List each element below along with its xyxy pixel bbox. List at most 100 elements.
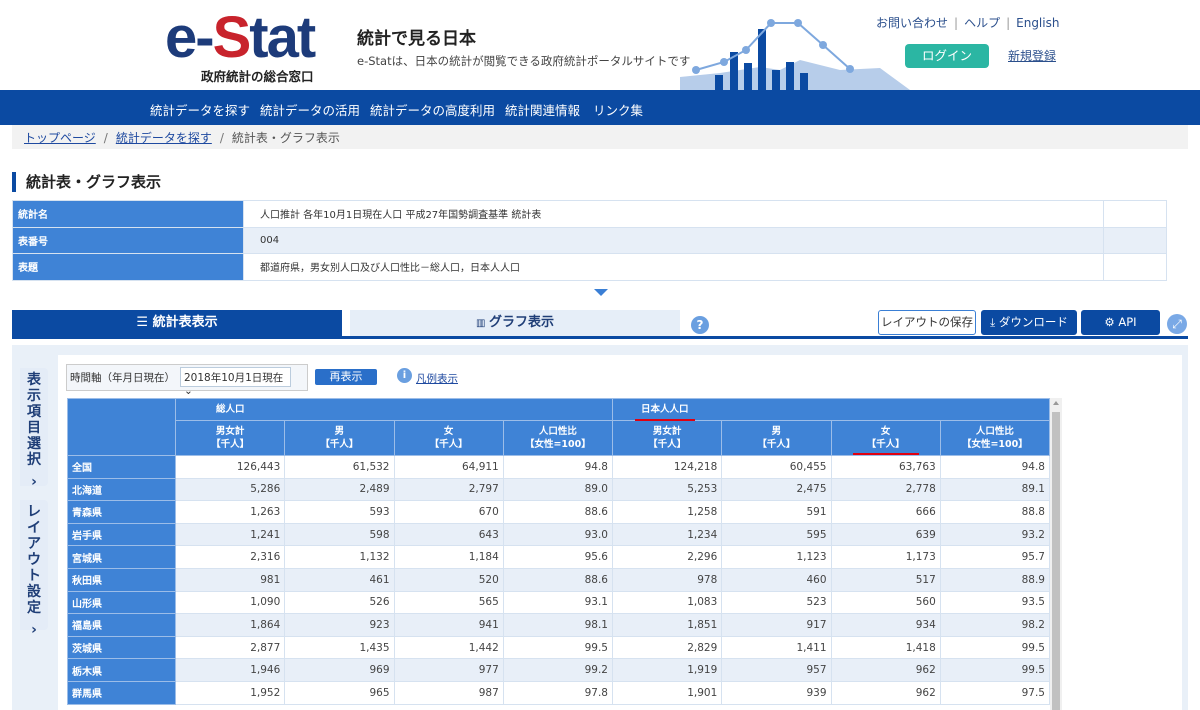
table-cell: 595 [721, 522, 832, 547]
time-axis-select[interactable]: 2018年10月1日現在 ⌄ [180, 367, 291, 397]
table-cell: 1,241 [174, 522, 286, 547]
row-label: 青森県 [67, 500, 176, 524]
table-row: 青森県 1,263 593 670 88.6 1,258 591 666 88.8 [67, 500, 1050, 524]
table-row: 秋田県 981 461 520 88.6 978 460 517 88.9 [67, 567, 1050, 592]
legend-link[interactable]: 凡例表示 [416, 371, 458, 386]
breadcrumb-current: 統計表・グラフ表示 [231, 131, 340, 145]
table-cell: 939 [721, 680, 832, 705]
column-header: 男女計 【千人】 [174, 420, 286, 456]
contact-link[interactable]: お問い合わせ [876, 16, 948, 30]
list-icon: ☰ [136, 315, 153, 330]
logo-text: e-Stat [165, 5, 316, 70]
info-value: 都道府県，男女別人口及び人口性比－総人口，日本人人口 [243, 253, 1104, 281]
table-cell: 88.9 [939, 567, 1050, 592]
table-cell: 461 [284, 567, 395, 592]
info-row: 統計名 人口推計 各年10月1日現在人口 平成27年国勢調査基準 統計表 [12, 200, 1167, 228]
table-cell: 124,218 [611, 455, 723, 479]
table-cell: 917 [721, 613, 832, 637]
table-cell: 670 [393, 500, 504, 524]
table-cell: 95.6 [502, 545, 614, 569]
table-cell: 941 [393, 613, 504, 637]
data-table-wrapper: 総人口 日本人人口 男女計 【千人】男【千人】女【千人】 人口性比 【女性=100】男… [67, 398, 1050, 710]
nav-related-info[interactable]: 統計関連情報 [505, 100, 580, 119]
table-cell: 1,263 [174, 500, 286, 524]
chevron-right-icon: › [31, 622, 37, 638]
expand-arrow-icon[interactable] [594, 289, 608, 296]
table-cell: 565 [393, 590, 504, 615]
row-label: 秋田県 [67, 567, 176, 592]
table-cell: 643 [393, 522, 504, 547]
column-header: 男【千人】 [721, 420, 832, 456]
table-cell: 88.8 [939, 500, 1050, 524]
table-cell: 1,184 [393, 545, 504, 569]
table-cell: 2,829 [611, 635, 723, 660]
table-cell: 1,123 [721, 545, 832, 569]
table-cell: 981 [174, 567, 286, 592]
table-cell: 99.2 [502, 658, 614, 682]
fullscreen-icon[interactable]: ⤢ [1167, 314, 1187, 334]
download-button[interactable]: ⤓ ダウンロード [981, 310, 1077, 335]
table-scrollbar[interactable] [1050, 398, 1062, 710]
top-links: お問い合わせ | ヘルプ | English [876, 16, 1060, 30]
register-link[interactable]: 新規登録 [1008, 47, 1056, 64]
info-table: 統計名 人口推計 各年10月1日現在人口 平成27年国勢調査基準 統計表 表番号 0… [12, 200, 1167, 281]
table-row: 宮城県 2,316 1,132 1,184 95.6 2,296 1,123 1,173 95.… [67, 545, 1050, 569]
table-row: 岩手県 1,241 598 643 93.0 1,234 595 639 93.2 [67, 522, 1050, 547]
table-cell: 639 [830, 522, 941, 547]
table-cell: 93.0 [502, 522, 614, 547]
table-cell: 88.6 [502, 500, 614, 524]
data-table: 総人口 日本人人口 男女計 【千人】男【千人】女【千人】 人口性比 【女性=100】男… [67, 398, 1050, 705]
row-label: 福島県 [67, 613, 176, 637]
nav-advanced-use[interactable]: 統計データの高度利用 [370, 100, 495, 119]
nav-links[interactable]: リンク集 [593, 100, 643, 119]
table-cell: 99.5 [939, 635, 1050, 660]
tab-table-view[interactable]: ☰ 統計表表示 [12, 310, 342, 336]
tab-divider [12, 336, 1188, 339]
row-label: 栃木県 [67, 658, 176, 682]
english-link[interactable]: English [1016, 16, 1059, 30]
table-cell: 99.5 [939, 658, 1050, 682]
chevron-right-icon: › [31, 474, 37, 490]
row-label: 群馬県 [67, 680, 176, 705]
estat-logo[interactable]: e-Stat 政府統計の総合窓口 [165, 8, 325, 88]
help-link[interactable]: ヘルプ [964, 16, 1000, 30]
nav-find-data[interactable]: 統計データを探す [150, 100, 250, 119]
table-cell: 2,316 [174, 545, 286, 569]
table-cell: 97.8 [502, 680, 614, 705]
table-cell: 523 [721, 590, 832, 615]
table-cell: 97.5 [939, 680, 1050, 705]
table-cell: 560 [830, 590, 941, 615]
tab-graph-view[interactable]: ▥ グラフ表示 [350, 310, 680, 336]
side-tab-item-selection[interactable]: 表示項目選択 › [20, 368, 48, 490]
page-title: 統計表・グラフ表示 [12, 172, 161, 192]
scroll-up-icon [1053, 401, 1059, 405]
side-tab-layout-settings[interactable]: レイアウト設定 › [20, 500, 48, 638]
table-cell: 962 [830, 680, 941, 705]
help-icon[interactable]: ? [691, 316, 709, 334]
info-icon[interactable]: i [397, 368, 412, 383]
table-cell: 962 [830, 658, 941, 682]
breadcrumb: トップページ / 統計データを探す / 統計表・グラフ表示 [12, 125, 1188, 149]
table-cell: 2,475 [721, 477, 832, 502]
gear-icon: ⚙ [1104, 315, 1119, 329]
table-cell: 1,418 [830, 635, 941, 660]
table-cell: 1,864 [174, 613, 286, 637]
table-cell: 965 [284, 680, 395, 705]
nav-data-use[interactable]: 統計データの活用 [260, 100, 360, 119]
login-button[interactable]: ログイン [905, 44, 989, 68]
api-button[interactable]: ⚙ API [1081, 310, 1160, 335]
save-layout-button[interactable]: レイアウトの保存 [878, 310, 976, 335]
breadcrumb-find-data[interactable]: 統計データを探す [116, 131, 212, 145]
table-cell: 1,442 [393, 635, 504, 660]
table-cell: 957 [721, 658, 832, 682]
chevron-down-icon: ⌄ [184, 385, 193, 397]
table-cell: 526 [284, 590, 395, 615]
table-cell: 1,919 [611, 658, 723, 682]
table-cell: 93.5 [939, 590, 1050, 615]
info-label: 表番号 [12, 226, 244, 254]
redisplay-button[interactable]: 再表示 [315, 369, 377, 385]
row-label: 北海道 [67, 477, 176, 502]
main-nav: 統計データを探す 統計データの活用 統計データの高度利用 統計関連情報 リンク集 [0, 90, 1200, 125]
breadcrumb-top[interactable]: トップページ [24, 131, 96, 145]
info-label: 統計名 [12, 200, 244, 228]
